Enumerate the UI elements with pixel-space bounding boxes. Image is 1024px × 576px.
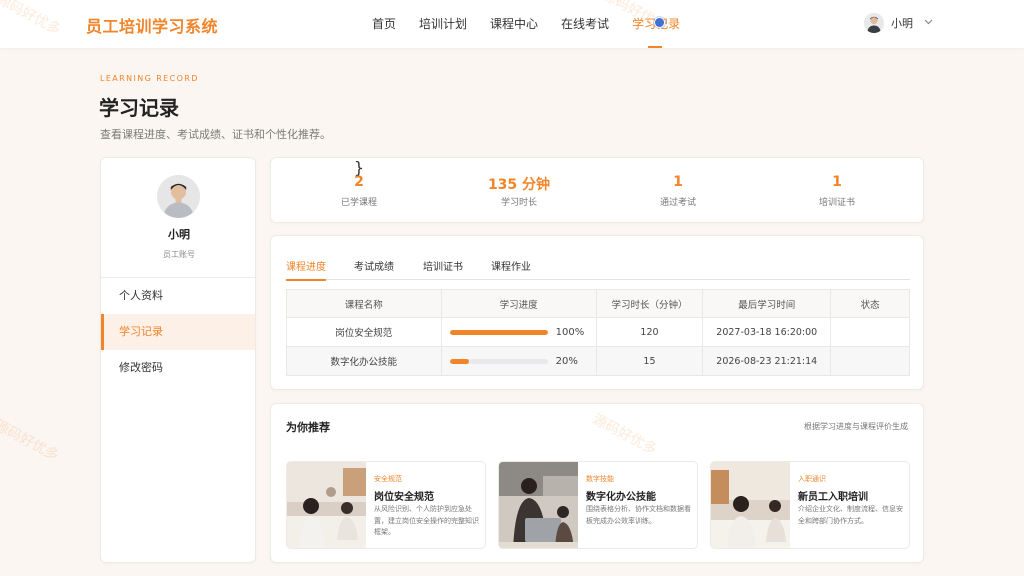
course-name: 数字化办公技能 [586, 492, 656, 503]
stat-label: 培训证书 [818, 198, 855, 208]
stat-label: 学习时长 [500, 198, 537, 208]
progress-bar-fill [449, 358, 470, 364]
cell-last-study: 2027-03-18 16:20:00 [702, 317, 832, 347]
nav-item-course-center[interactable]: 课程中心 [490, 0, 538, 48]
user-menu[interactable]: 小明 [864, 13, 933, 33]
nav-item-learning-record[interactable]: 学习记录 [632, 0, 680, 48]
course-description: 介绍企业文化、制度流程、信息安全和跨部门协作方式。 [798, 505, 903, 525]
tab-course-progress[interactable]: 课程进度 [286, 258, 326, 281]
tab-certificates[interactable]: 培训证书 [423, 258, 463, 280]
cell-duration: 15 [595, 346, 704, 376]
course-tag: 入职通识 [798, 475, 826, 483]
table-row[interactable]: 数字化办公技能 20% 15 2026-08-23 21:21:14 [286, 346, 910, 376]
page-title: 学习记录 [99, 96, 179, 120]
cell-progress: 100% [440, 317, 597, 347]
stat-value: 1 [673, 174, 683, 190]
cell-status [830, 317, 910, 347]
stat-value: 1 [832, 174, 842, 190]
col-header-duration: 学习时长（分钟） [595, 289, 704, 318]
table-row[interactable]: 岗位安全规范 100% 120 2027-03-18 16:20:00 [286, 317, 910, 347]
profile-name: 小明 [168, 228, 190, 241]
col-header-last-study: 最后学习时间 [702, 289, 832, 318]
progress-percent: 20% [555, 355, 578, 367]
profile-role: 员工账号 [163, 250, 195, 259]
course-thumbnail [287, 462, 366, 548]
col-header-progress: 学习进度 [440, 289, 597, 318]
stat-label: 通过考试 [659, 198, 696, 208]
recommended-course-card[interactable]: 数字技能 数字化办公技能 围绕表格分析、协作文档和数据看板完成办公效率训练。 [498, 461, 698, 549]
nav-item-home[interactable]: 首页 [372, 0, 396, 48]
top-navbar: 员工培训学习系统 首页 培训计划 课程中心 在线考试 学习记录 小明 [0, 0, 1024, 48]
nav-active-indicator [648, 46, 663, 48]
course-description: 围绕表格分析、协作文档和数据看板完成办公效率训练。 [586, 505, 691, 525]
course-tag: 安全规范 [374, 475, 402, 483]
sidebar-item-change-password[interactable]: 修改密码 [101, 350, 255, 386]
progress-bar [449, 358, 548, 364]
stats-card: 2 已学课程 } 135 分钟 学习时长 1 通过考试 1 培训证书 [270, 157, 924, 223]
page-subtitle: 查看课程进度、考试成绩、证书和个性化推荐。 [100, 128, 331, 141]
col-header-course: 课程名称 [286, 289, 442, 318]
cell-last-study: 2026-08-23 21:21:14 [702, 346, 832, 376]
cell-status [830, 346, 910, 376]
cell-duration: 120 [595, 317, 704, 347]
nav-item-online-exam[interactable]: 在线考试 [561, 0, 609, 48]
main-nav: 首页 培训计划 课程中心 在线考试 学习记录 [372, 0, 703, 48]
recommendation-note: 根据学习进度与课程评价生成 [804, 422, 908, 431]
recommended-course-card[interactable]: 安全规范 岗位安全规范 从风险识别、个人防护到应急处置，建立岗位安全操作的完整知… [286, 461, 486, 549]
recommendation-title: 为你推荐 [286, 421, 330, 434]
cursor-dot-icon [654, 17, 666, 28]
course-thumbnail [711, 462, 790, 548]
tab-exam-scores[interactable]: 考试成绩 [354, 258, 394, 280]
app-title[interactable]: 员工培训学习系统 [86, 13, 218, 37]
table-header-row: 课程名称 学习进度 学习时长（分钟） 最后学习时间 状态 [286, 289, 910, 318]
cell-course-name: 岗位安全规范 [286, 317, 442, 347]
progress-percent: 100% [555, 326, 585, 338]
sidebar-item-learning-record[interactable]: 学习记录 [101, 314, 255, 350]
tab-assignments[interactable]: 课程作业 [491, 258, 531, 280]
course-name: 新员工入职培训 [798, 492, 868, 503]
progress-bar [449, 329, 548, 335]
cell-course-name: 数字化办公技能 [286, 346, 442, 376]
sidebar-item-profile[interactable]: 个人资料 [101, 278, 255, 314]
col-header-status: 状态 [830, 289, 910, 318]
course-thumbnail [499, 462, 578, 548]
recommended-course-card[interactable]: 入职通识 新员工入职培训 介绍企业文化、制度流程、信息安全和跨部门协作方式。 [710, 461, 910, 549]
course-tag: 数字技能 [586, 475, 614, 483]
tab-label: 课程进度 [286, 262, 326, 273]
course-progress-table: 课程名称 学习进度 学习时长（分钟） 最后学习时间 状态 岗位安全规范 100% [286, 289, 910, 376]
user-name: 小明 [891, 17, 913, 30]
stat-courses: 2 已学课程 } [279, 158, 439, 208]
progress-bar-fill [449, 329, 548, 335]
stat-label: 已学课程 [340, 198, 377, 208]
records-card: 课程进度 考试成绩 培训证书 课程作业 课程名称 学习进度 学习时长（分钟） 最… [270, 235, 924, 390]
stat-value: 2 [354, 174, 364, 190]
profile-avatar [157, 175, 200, 218]
record-tabs: 课程进度 考试成绩 培训证书 课程作业 [286, 258, 910, 281]
chevron-down-icon [924, 18, 933, 28]
stat-value: 135 分钟 [487, 177, 551, 193]
user-avatar [864, 13, 884, 33]
profile-card: 小明 员工账号 个人资料 学习记录 修改密码 [100, 157, 256, 563]
recommendation-card: 为你推荐 根据学习进度与课程评价生成 安全规范 岗位安全规范 从风险识别、个人防… [270, 403, 924, 563]
nav-item-training-plan[interactable]: 培训计划 [419, 0, 467, 48]
course-name: 岗位安全规范 [374, 492, 434, 503]
cell-progress: 20% [440, 346, 597, 376]
course-description: 从风险识别、个人防护到应急处置，建立岗位安全操作的完整知识框架。 [374, 505, 479, 536]
watermark-logo: 源码好优多 [0, 417, 62, 465]
tab-active-indicator [286, 279, 326, 281]
page-eyebrow: LEARNING RECORD [100, 74, 199, 83]
